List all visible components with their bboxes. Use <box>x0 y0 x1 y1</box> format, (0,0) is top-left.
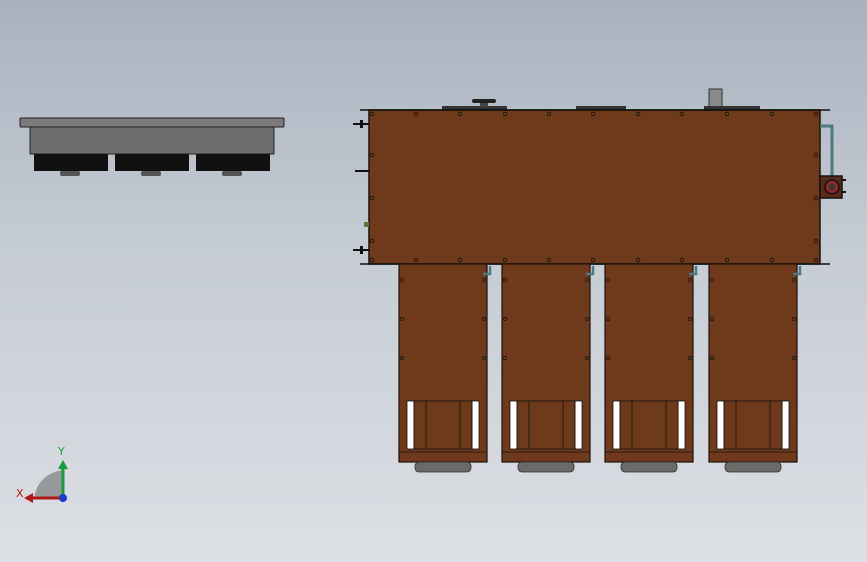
top-fitting-left <box>442 99 507 110</box>
hopper-4[interactable] <box>708 263 802 473</box>
main-tank <box>368 109 821 265</box>
left-sensor <box>364 222 369 227</box>
pump-unit <box>819 175 846 199</box>
side-view-leg <box>34 154 108 176</box>
hopper-2[interactable] <box>501 263 595 473</box>
vent-pipe <box>704 88 760 110</box>
left-connector <box>353 246 369 254</box>
side-pipe <box>820 124 834 178</box>
cad-viewport[interactable]: X Y <box>0 0 867 562</box>
y-axis-arrowhead <box>58 460 68 469</box>
side-view-leg <box>115 154 189 176</box>
y-axis-label: Y <box>57 445 65 458</box>
x-axis-label: X <box>16 487 24 500</box>
side-view-assembly[interactable] <box>19 117 285 176</box>
side-view-leg <box>196 154 270 176</box>
triad-plane <box>34 470 63 498</box>
z-axis-dot <box>59 494 67 502</box>
top-view-assembly[interactable] <box>353 88 846 473</box>
hopper-3[interactable] <box>604 263 698 473</box>
coordinate-triad: X Y <box>16 445 68 503</box>
x-axis-arrowhead <box>24 493 33 503</box>
side-view-lid <box>19 117 285 128</box>
left-connector <box>353 120 369 128</box>
side-view-body <box>29 126 275 155</box>
hopper-1[interactable] <box>398 263 492 473</box>
